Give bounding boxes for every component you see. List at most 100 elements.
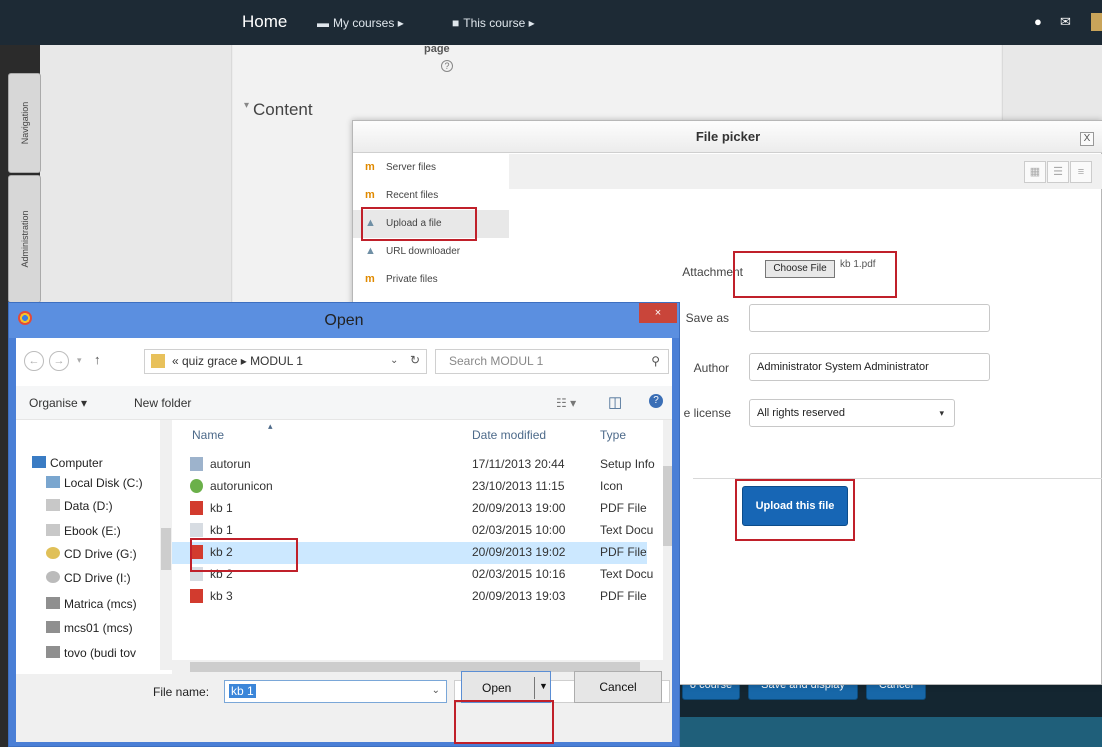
tree-item-cd-g[interactable]: CD Drive (G:) bbox=[46, 547, 137, 561]
tree-item-ebook[interactable]: Ebook (E:) bbox=[46, 524, 121, 538]
author-input[interactable]: Administrator System Administrator bbox=[749, 353, 990, 381]
icon-view-icon[interactable]: ▦ bbox=[1024, 161, 1046, 183]
collapse-icon: ▾ bbox=[244, 100, 250, 111]
path-text: « quiz grace ▸ MODUL 1 bbox=[172, 354, 303, 368]
tree-label: CD Drive (I:) bbox=[64, 571, 131, 585]
close-icon[interactable]: × bbox=[639, 303, 677, 323]
file-type: PDF File bbox=[600, 545, 647, 559]
my-courses-menu[interactable]: ▬ My courses ▸ bbox=[317, 16, 404, 30]
highlight-open-button bbox=[454, 700, 554, 744]
repo-label: Server files bbox=[386, 162, 437, 173]
back-icon[interactable]: ← bbox=[24, 351, 44, 371]
footer-band bbox=[652, 717, 1102, 747]
tree-item-data[interactable]: Data (D:) bbox=[46, 499, 113, 513]
cd-icon bbox=[46, 571, 60, 583]
refresh-icon[interactable]: ↻ bbox=[410, 353, 420, 367]
message-icon[interactable]: ✉ bbox=[1060, 14, 1071, 30]
my-courses-label: My courses bbox=[333, 16, 395, 30]
scroll-thumb[interactable] bbox=[190, 662, 640, 672]
chevron-right-icon: ▸ bbox=[528, 16, 535, 30]
file-date: 20/09/2013 19:02 bbox=[472, 545, 566, 559]
open-button-label: Open bbox=[482, 681, 512, 695]
network-drive-icon bbox=[46, 646, 60, 658]
file-date: 20/09/2013 19:03 bbox=[472, 589, 566, 603]
book-icon: ■ bbox=[452, 16, 460, 30]
file-name-input[interactable]: kb 1 ⌄ bbox=[224, 680, 447, 703]
sort-arrow-icon: ▴ bbox=[268, 421, 273, 431]
column-date-modified[interactable]: Date modified bbox=[472, 428, 546, 442]
repo-recent-files[interactable]: m Recent files bbox=[353, 182, 509, 210]
dropdown-arrow-icon[interactable]: ▼ bbox=[539, 681, 548, 691]
cancel-button[interactable]: Cancel bbox=[574, 671, 662, 703]
tree-scrollbar[interactable] bbox=[160, 420, 172, 670]
tree-view-icon[interactable]: ≡ bbox=[1070, 161, 1092, 183]
path-breadcrumb[interactable]: « quiz grace ▸ MODUL 1 ⌄ ↻ bbox=[144, 349, 427, 374]
repo-server-files[interactable]: m Server files bbox=[353, 154, 509, 182]
file-picker-title: File picker bbox=[353, 121, 1102, 153]
file-type: PDF File bbox=[600, 589, 647, 603]
tree-item-cd-i[interactable]: CD Drive (I:) bbox=[46, 571, 131, 585]
file-row[interactable]: kb 1 20/09/2013 19:00 PDF File bbox=[172, 498, 647, 520]
organise-menu[interactable]: Organise ▾ bbox=[29, 396, 87, 410]
help-icon[interactable]: ? bbox=[649, 394, 663, 408]
chevron-right-icon: ▸ bbox=[397, 16, 404, 30]
help-icon[interactable]: ? bbox=[441, 60, 453, 72]
column-type[interactable]: Type bbox=[600, 428, 626, 442]
file-type: Text Docu bbox=[600, 567, 654, 581]
file-type: Setup Info bbox=[600, 457, 655, 471]
file-type: Text Docu bbox=[600, 523, 654, 537]
tree-label: Ebook (E:) bbox=[64, 524, 121, 538]
icon-file-icon bbox=[190, 479, 203, 493]
file-date: 02/03/2015 10:16 bbox=[472, 567, 566, 581]
repo-url-downloader[interactable]: ▲ URL downloader bbox=[353, 238, 509, 266]
save-as-input[interactable] bbox=[749, 304, 990, 332]
content-heading[interactable]: ▾ Content bbox=[244, 100, 313, 120]
tree-label: Computer bbox=[50, 456, 103, 470]
tree-item-computer[interactable]: Computer bbox=[32, 456, 103, 470]
tree-label: mcs01 (mcs) bbox=[64, 621, 133, 635]
tree-label: Data (D:) bbox=[64, 499, 113, 513]
close-icon[interactable]: X bbox=[1080, 132, 1094, 146]
chevron-down-icon[interactable]: ⌄ bbox=[432, 685, 440, 696]
tab-navigation[interactable]: Navigation bbox=[8, 73, 41, 173]
tab-administration[interactable]: Administration bbox=[8, 175, 41, 303]
file-row[interactable]: autorunicon 23/10/2013 11:15 Icon bbox=[172, 476, 647, 498]
home-link[interactable]: Home bbox=[242, 12, 287, 32]
search-input[interactable]: Search MODUL 1 ⚲ bbox=[435, 349, 669, 374]
file-name-value: kb 1 bbox=[229, 684, 256, 698]
new-folder-button[interactable]: New folder bbox=[134, 396, 191, 410]
file-picker-toolbar: ▦ ☰ ≡ bbox=[509, 154, 1102, 189]
notification-icon[interactable]: ● bbox=[1034, 14, 1042, 29]
repo-label: URL downloader bbox=[386, 246, 461, 257]
file-date: 23/10/2013 11:15 bbox=[472, 479, 565, 493]
open-button[interactable]: Open ▼ bbox=[461, 671, 551, 703]
view-options-icon[interactable]: ☷ ▾ bbox=[556, 396, 576, 410]
file-row[interactable]: autorun 17/11/2013 20:44 Setup Info bbox=[172, 454, 655, 476]
chevron-down-icon: ▾ bbox=[939, 408, 944, 418]
file-date: 20/09/2013 19:00 bbox=[472, 501, 566, 515]
scroll-thumb[interactable] bbox=[663, 466, 672, 546]
tree-item-mcs01[interactable]: mcs01 (mcs) bbox=[46, 621, 133, 635]
avatar[interactable] bbox=[1091, 13, 1102, 31]
tree-item-matrica[interactable]: Matrica (mcs) bbox=[46, 597, 137, 611]
file-row[interactable]: kb 3 20/09/2013 19:03 PDF File bbox=[172, 586, 647, 608]
list-view-icon[interactable]: ☰ bbox=[1047, 161, 1069, 183]
license-select[interactable]: All rights reserved ▾ bbox=[749, 399, 955, 427]
tree-item-local-disk[interactable]: Local Disk (C:) bbox=[46, 476, 143, 490]
this-course-menu[interactable]: ■ This course ▸ bbox=[452, 16, 535, 30]
repo-private-files[interactable]: m Private files bbox=[353, 266, 509, 294]
chevron-down-icon[interactable]: ⌄ bbox=[390, 355, 398, 366]
tab-navigation-label: Navigation bbox=[19, 101, 30, 145]
forward-icon[interactable]: → bbox=[49, 351, 69, 371]
up-arrow-icon[interactable]: ↑ bbox=[94, 352, 101, 367]
moodle-icon: m bbox=[365, 189, 375, 201]
file-name: kb 1 bbox=[210, 501, 233, 515]
scroll-thumb[interactable] bbox=[161, 528, 171, 570]
recent-dropdown-icon[interactable]: ▾ bbox=[77, 355, 82, 366]
list-scrollbar[interactable] bbox=[663, 420, 672, 660]
network-drive-icon bbox=[46, 597, 60, 609]
preview-pane-icon[interactable]: ◫ bbox=[608, 393, 622, 411]
column-name[interactable]: Name bbox=[192, 428, 224, 442]
tree-item-tovo[interactable]: tovo (budi tov bbox=[46, 646, 136, 660]
address-bar-row: ← → ▾ ↑ « quiz grace ▸ MODUL 1 ⌄ ↻ Searc… bbox=[16, 338, 672, 386]
